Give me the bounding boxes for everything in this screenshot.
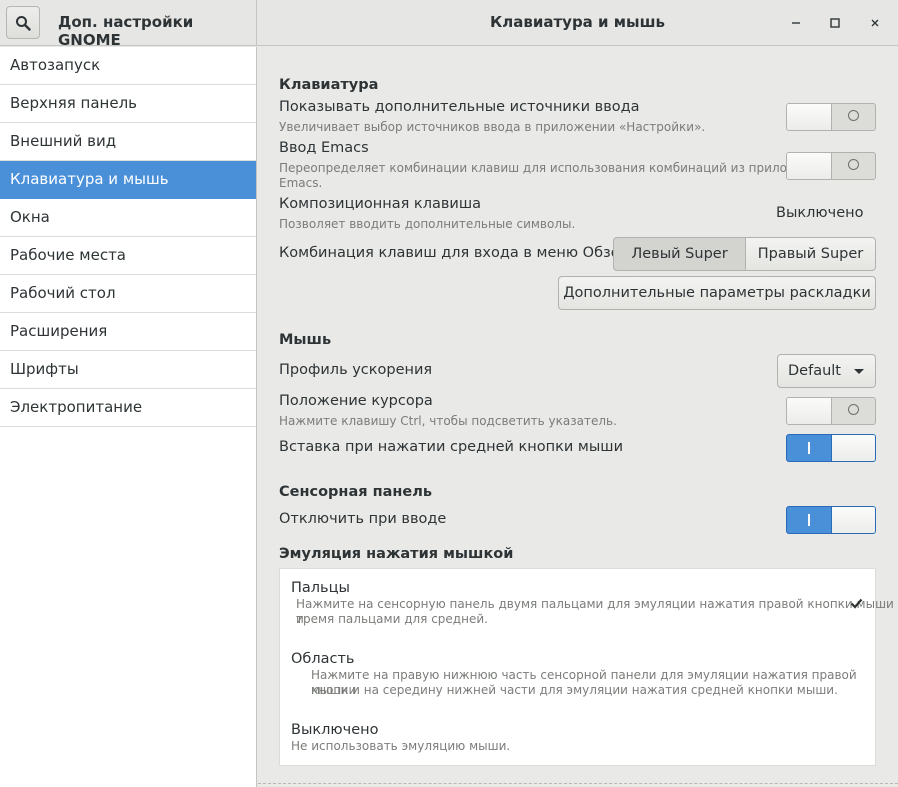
extra-sources-desc: Увеличивает выбор источников ввода в при… xyxy=(279,120,706,134)
sidebar-item-desktop[interactable]: Рабочий стол xyxy=(0,275,256,313)
right-super-button[interactable]: Правый Super xyxy=(745,237,876,271)
compose-value[interactable]: Выключено xyxy=(776,205,863,221)
sidebar: Автозапуск Верхняя панель Внешний вид Кл… xyxy=(0,47,257,787)
emacs-desc-line-1: Переопределяет комбинации клавиш для исп… xyxy=(279,161,829,175)
header-bar: Доп. настройки GNOME Клавиатура и мышь xyxy=(0,0,898,49)
accel-profile-dropdown[interactable]: Default xyxy=(777,354,876,388)
scroll-edge xyxy=(258,783,898,784)
sidebar-item-keyboard-mouse[interactable]: Клавиатура и мышь xyxy=(0,161,256,199)
close-icon xyxy=(871,19,879,27)
compose-title: Композиционная клавиша xyxy=(279,196,481,212)
locate-pointer-desc: Нажмите клавишу Ctrl, чтобы подсветить у… xyxy=(279,414,617,428)
emacs-desc-line-2: Emacs. xyxy=(279,176,323,190)
emulation-area-desc-line-2: мыши и на середину нижней части для эмул… xyxy=(311,683,838,697)
search-icon xyxy=(16,15,31,31)
sidebar-item-autostart[interactable]: Автозапуск xyxy=(0,47,256,85)
emulation-area-title: Область xyxy=(291,651,355,667)
emacs-title: Ввод Emacs xyxy=(279,140,369,156)
compose-desc: Позволяет вводить дополнительные символы… xyxy=(279,217,576,231)
app-title: Доп. настройки GNOME xyxy=(58,13,194,49)
accel-profile-title: Профиль ускорения xyxy=(279,362,433,378)
locate-pointer-title: Положение курсора xyxy=(279,393,433,409)
sidebar-item-appearance[interactable]: Внешний вид xyxy=(0,123,256,161)
sidebar-item-fonts[interactable]: Шрифты xyxy=(0,351,256,389)
emacs-switch[interactable] xyxy=(786,152,876,180)
accel-profile-value: Default xyxy=(788,363,841,379)
left-super-button[interactable]: Левый Super xyxy=(613,237,746,271)
maximize-button[interactable] xyxy=(824,12,846,34)
locate-pointer-switch[interactable] xyxy=(786,397,876,425)
emulation-disabled-desc: Не использовать эмуляцию мыши. xyxy=(291,739,511,753)
sidebar-item-workspaces[interactable]: Рабочие места xyxy=(0,237,256,275)
search-button[interactable] xyxy=(6,6,40,39)
emulation-heading: Эмуляция нажатия мышкой xyxy=(279,546,514,562)
layout-options-button[interactable]: Дополнительные параметры раскладки xyxy=(558,276,876,310)
sidebar-item-windows[interactable]: Окна xyxy=(0,199,256,237)
minimize-icon xyxy=(792,22,800,24)
overview-shortcut-title: Комбинация клавиш для входа в меню Обзор xyxy=(279,245,629,261)
touchpad-heading: Сенсорная панель xyxy=(279,484,433,500)
emulation-fingers-title: Пальцы xyxy=(291,580,350,596)
extra-sources-switch[interactable] xyxy=(786,103,876,131)
keyboard-heading: Клавиатура xyxy=(279,77,379,93)
emulation-option-disabled[interactable] xyxy=(280,711,875,765)
disable-typing-title: Отключить при вводе xyxy=(279,511,447,527)
extra-sources-title: Показывать дополнительные источники ввод… xyxy=(279,99,640,115)
emulation-disabled-title: Выключено xyxy=(291,722,379,738)
mouse-heading: Мышь xyxy=(279,332,332,348)
emulation-fingers-desc-line-2: тремя пальцами для средней. xyxy=(296,612,488,626)
sidebar-item-extensions[interactable]: Расширения xyxy=(0,313,256,351)
header-left: Доп. настройки GNOME xyxy=(0,0,257,49)
minimize-button[interactable] xyxy=(785,12,807,34)
sidebar-item-top-bar[interactable]: Верхняя панель xyxy=(0,85,256,123)
middle-paste-title: Вставка при нажатии средней кнопки мыши xyxy=(279,439,623,455)
middle-paste-switch[interactable] xyxy=(786,434,876,462)
close-button[interactable] xyxy=(864,12,886,34)
checkmark-icon xyxy=(850,598,863,609)
chevron-down-icon xyxy=(854,369,864,374)
maximize-icon xyxy=(830,18,840,28)
sidebar-item-power[interactable]: Электропитание xyxy=(0,389,256,427)
disable-typing-switch[interactable] xyxy=(786,506,876,534)
